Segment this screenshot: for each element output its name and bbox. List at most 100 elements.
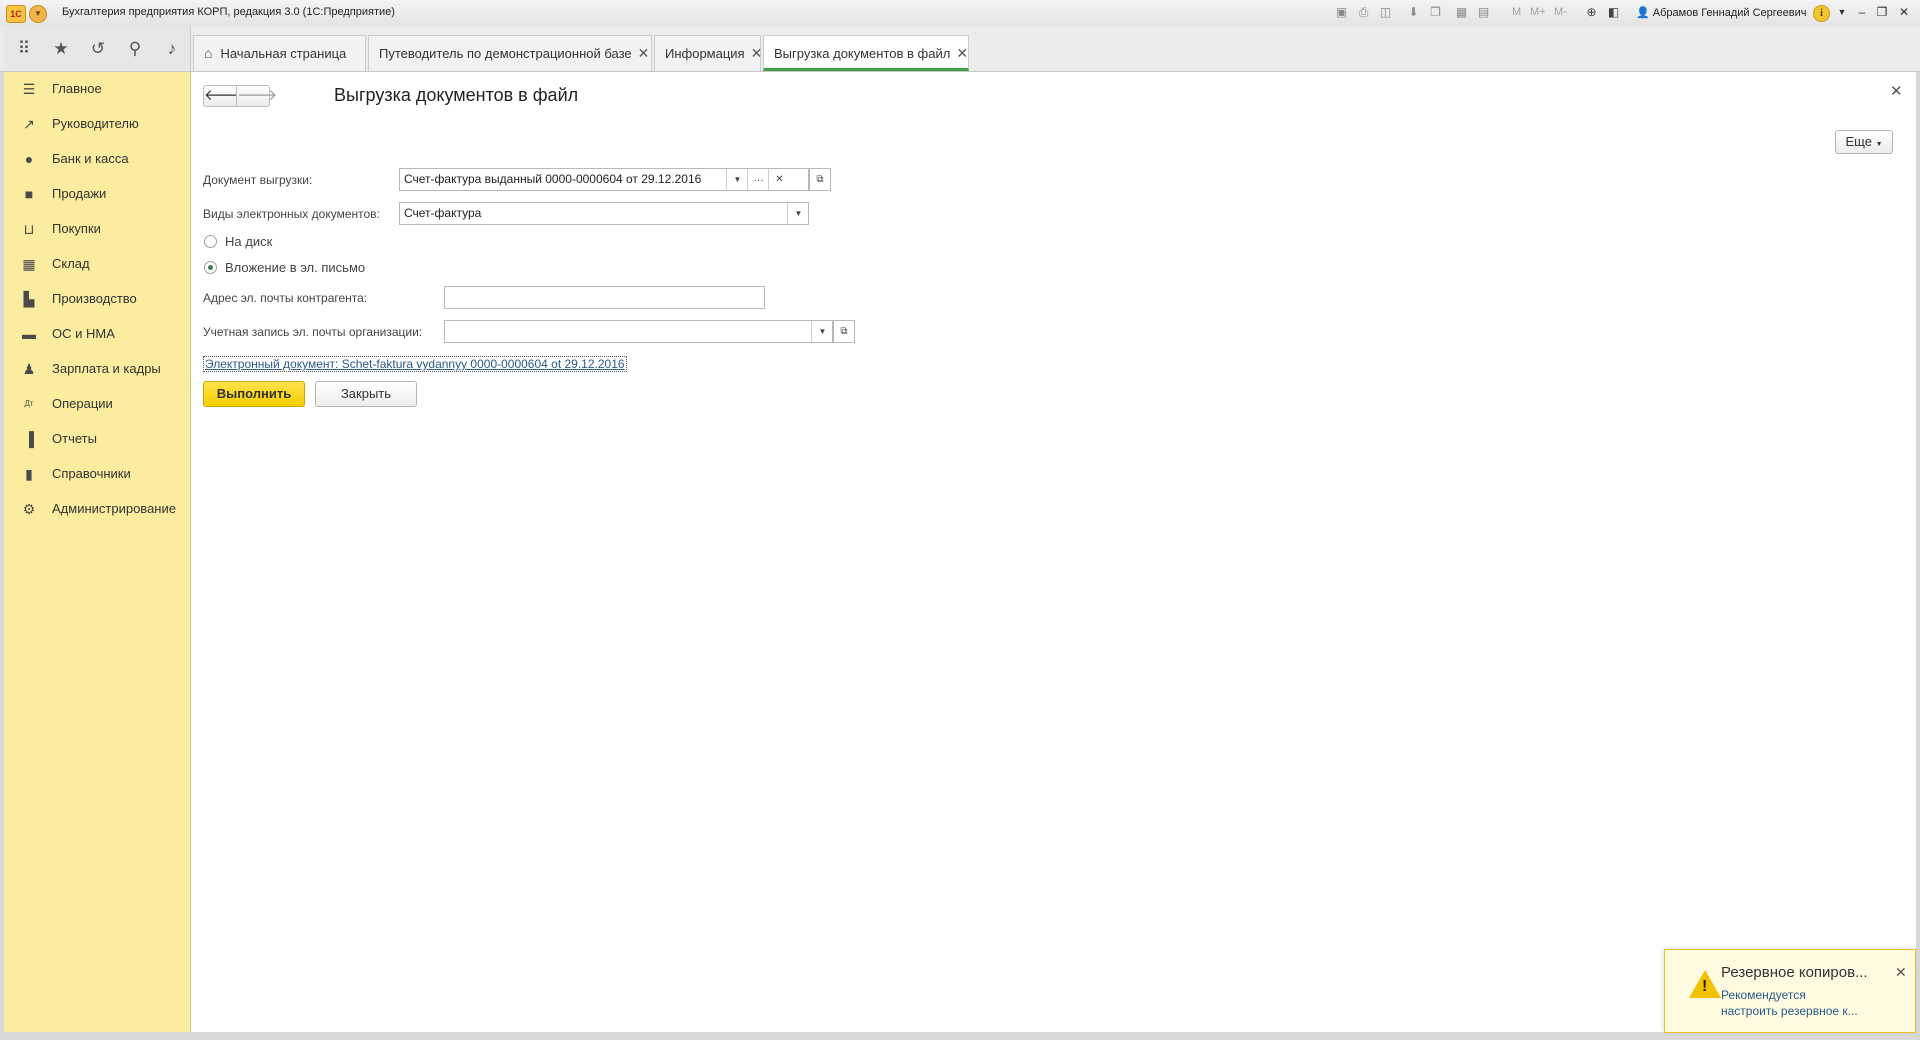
tab-export-docs[interactable]: Выгрузка документов в файл ✕	[763, 35, 969, 71]
select-ellipsis-icon[interactable]: …	[747, 169, 769, 190]
calendar-icon[interactable]: ▤	[1476, 5, 1491, 20]
memory-m-plus-button[interactable]: M+	[1530, 6, 1546, 18]
menu-lines-icon: ☰	[22, 81, 36, 97]
email-label: Адрес эл. почты контрагента:	[203, 291, 368, 305]
sidebar-item-label: Продажи	[52, 186, 107, 201]
close-form-icon[interactable]: ✕	[1890, 82, 1903, 100]
minimize-button[interactable]: –	[1852, 4, 1872, 21]
notification-text[interactable]: настроить резервное к...	[1721, 1004, 1858, 1018]
sidebar-item-operations[interactable]: Дт Операции	[4, 389, 190, 419]
notification-title: Резервное копиров...	[1721, 964, 1868, 981]
sidebar: ☰ Главное ↗ Руководителю ● Банк и касса …	[4, 72, 191, 1032]
backup-notification[interactable]: ! Резервное копиров... Рекомендуется нас…	[1664, 949, 1916, 1033]
back-button[interactable]: 🡐	[203, 85, 244, 107]
notification-text[interactable]: Рекомендуется	[1721, 988, 1806, 1002]
types-field[interactable]: Счет-фактура ▼	[399, 202, 809, 225]
forward-button[interactable]: 🡒	[236, 85, 277, 107]
app-menu-button[interactable]: ▼	[29, 5, 47, 23]
tab-label: Путеводитель по демонстрационной базе	[379, 46, 632, 61]
search-icon[interactable]: ⚲	[123, 37, 147, 61]
run-button[interactable]: Выполнить	[203, 381, 305, 407]
sidebar-item-administration[interactable]: ⚙ Администрирование	[4, 494, 190, 524]
notifications-bell-icon[interactable]: ♪	[160, 37, 184, 61]
attach-icon[interactable]: ⬇	[1406, 5, 1421, 20]
sidebar-item-bank[interactable]: ● Банк и касса	[4, 144, 190, 174]
clear-icon[interactable]: ✕	[768, 169, 790, 190]
tab-close-icon[interactable]: ✕	[638, 45, 650, 61]
account-field[interactable]: ▼	[444, 320, 833, 343]
history-icon[interactable]: ↺	[86, 37, 110, 61]
memory-m-button[interactable]: M	[1512, 6, 1521, 18]
radio-email[interactable]	[204, 261, 217, 274]
tab-close-icon[interactable]: ✕	[751, 45, 763, 61]
apps-grid-icon[interactable]: ⠿	[12, 37, 36, 61]
books-icon: ▮	[25, 466, 33, 482]
info-icon[interactable]: i	[1813, 5, 1830, 22]
close-button[interactable]: Закрыть	[315, 381, 417, 407]
open-link-icon[interactable]: ⧉	[809, 168, 831, 191]
more-button[interactable]: Еще ▼	[1835, 130, 1893, 154]
doc-label: Документ выгрузки:	[203, 173, 313, 187]
sidebar-item-reports[interactable]: ▐ Отчеты	[4, 424, 190, 454]
sidebar-item-label: Производство	[52, 291, 137, 306]
close-window-button[interactable]: ✕	[1894, 4, 1914, 21]
sidebar-item-fixed-assets[interactable]: ▬ ОС и НМА	[4, 319, 190, 349]
tab-guide[interactable]: Путеводитель по демонстрационной базе ✕	[368, 35, 652, 71]
radio-email-label: Вложение в эл. письмо	[225, 260, 366, 275]
sidebar-item-production[interactable]: ▙ Производство	[4, 284, 190, 314]
tab-label: Выгрузка документов в файл	[774, 46, 951, 61]
sidebar-item-label: ОС и НМА	[52, 326, 115, 341]
current-user[interactable]: 👤 Абрамов Геннадий Сергеевич	[1636, 6, 1807, 19]
user-icon: 👤	[1636, 7, 1650, 19]
spreadsheet-icon[interactable]: ▦	[1454, 5, 1469, 20]
radio-disk[interactable]	[204, 235, 217, 248]
chevron-down-icon[interactable]: ▼	[787, 203, 808, 224]
tab-home[interactable]: ⌂ Начальная страница	[193, 35, 366, 71]
restore-button[interactable]: ❐	[1872, 4, 1892, 21]
dropdown-icon[interactable]: ▼	[1832, 4, 1852, 21]
sidebar-item-warehouse[interactable]: ▦ Склад	[4, 249, 190, 279]
sidebar-item-label: Покупки	[52, 221, 101, 236]
cart-icon: ⊔	[23, 221, 35, 237]
radio-disk-label: На диск	[225, 234, 273, 249]
email-field[interactable]	[444, 286, 765, 309]
sidebar-item-label: Администрирование	[52, 501, 176, 516]
copy-icon[interactable]: ❐	[1428, 5, 1443, 20]
print-preview-icon[interactable]: ◫	[1378, 5, 1393, 20]
bar-chart-icon: ▐	[24, 431, 34, 447]
tab-close-icon[interactable]: ✕	[956, 45, 968, 61]
sidebar-item-manager[interactable]: ↗ Руководителю	[4, 109, 190, 139]
sidebar-item-main[interactable]: ☰ Главное	[4, 74, 190, 104]
memory-m-minus-button[interactable]: M-	[1554, 6, 1567, 18]
sidebar-item-payroll[interactable]: ♟ Зарплата и кадры	[4, 354, 190, 384]
favorites-star-icon[interactable]: ★	[49, 37, 73, 61]
sidebar-item-label: Отчеты	[52, 431, 97, 446]
tab-info[interactable]: Информация ✕	[654, 35, 763, 71]
sidebar-item-purchases[interactable]: ⊔ Покупки	[4, 214, 190, 244]
user-name: Абрамов Геннадий Сергеевич	[1652, 7, 1807, 19]
home-icon: ⌂	[204, 45, 213, 61]
tab-label: Информация	[665, 46, 745, 61]
dt-kt-icon: Дт	[24, 399, 34, 408]
open-link-icon[interactable]: ⧉	[833, 320, 855, 343]
ruble-coin-icon: ●	[24, 151, 34, 167]
close-icon[interactable]: ✕	[1895, 964, 1907, 981]
doc-value: Счет-фактура выданный 0000-0000604 от 29…	[404, 172, 702, 186]
chevron-down-icon[interactable]: ▼	[726, 169, 748, 190]
trend-icon: ↗	[23, 116, 35, 132]
edoc-link[interactable]: Электронный документ: Schet-faktura vyda…	[203, 356, 627, 372]
save-icon[interactable]: ▣	[1334, 5, 1349, 20]
sidebar-item-label: Руководителю	[52, 116, 139, 131]
factory-icon: ▙	[23, 291, 35, 307]
sidebar-item-label: Склад	[52, 256, 90, 271]
chevron-down-icon: ▼	[1875, 141, 1883, 148]
zoom-icon[interactable]: ⊕	[1584, 5, 1599, 20]
sidebar-item-sales[interactable]: ■ Продажи	[4, 179, 190, 209]
doc-field[interactable]: Счет-фактура выданный 0000-0000604 от 29…	[399, 168, 809, 191]
print-icon[interactable]: ⎙	[1356, 5, 1371, 20]
sidebar-item-catalogs[interactable]: ▮ Справочники	[4, 459, 190, 489]
panels-icon[interactable]: ◧	[1606, 5, 1621, 20]
chevron-down-icon[interactable]: ▼	[811, 321, 832, 342]
quick-tools: ⠿ ★ ↺ ⚲ ♪	[4, 26, 191, 71]
window-title: Бухгалтерия предприятия КОРП, редакция 3…	[62, 6, 395, 18]
